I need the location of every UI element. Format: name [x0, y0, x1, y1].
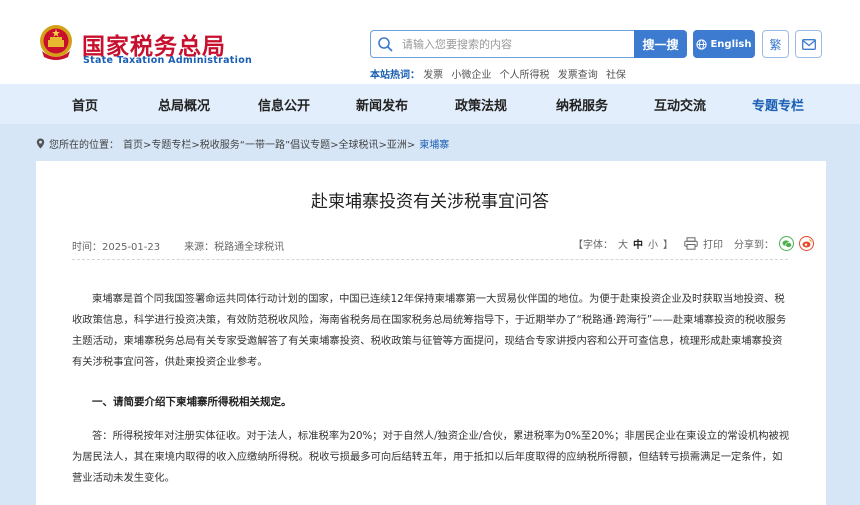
breadcrumb: 您所在的位置： 首页>专题专栏>税收服务“一带一路”倡议专题>全球税讯>亚洲> 柬… — [36, 136, 449, 151]
mail-button[interactable] — [795, 30, 822, 58]
breadcrumb-path[interactable]: 首页>专题专栏>税收服务“一带一路”倡议专题>全球税讯>亚洲> — [123, 136, 415, 151]
hot-words: 本站热词： 发票 小微企业 个人所得税 发票查询 社保 — [370, 66, 631, 81]
share-weibo-button[interactable] — [799, 236, 814, 251]
hot-word[interactable]: 个人所得税 — [500, 70, 550, 81]
article-meta: 时间：2025-01-23 来源：税路通全球税讯 — [72, 238, 284, 253]
nav-item-overview[interactable]: 总局概况 — [158, 95, 210, 114]
font-size-close: 】 — [663, 240, 673, 251]
hot-word[interactable]: 社保 — [606, 70, 626, 81]
search-input[interactable] — [402, 34, 627, 54]
breadcrumb-label: 您所在的位置： — [49, 140, 119, 151]
location-pin-icon — [36, 138, 45, 149]
nav-item-topics[interactable]: 专题专栏 — [752, 95, 804, 114]
nav-item-news[interactable]: 新闻发布 — [356, 95, 408, 114]
font-size-small[interactable]: 小 — [648, 236, 658, 251]
nav-item-home[interactable]: 首页 — [72, 95, 98, 114]
hot-words-label: 本站热词： — [370, 70, 420, 81]
english-button[interactable]: English — [693, 30, 755, 58]
font-size-large[interactable]: 大 — [618, 236, 628, 251]
nav-item-info[interactable]: 信息公开 — [258, 95, 310, 114]
article-paragraph: 答：所得税按年对注册实体征收。对于法人，标准税率为20%；对于自然人/独资企业/… — [72, 430, 790, 484]
nav-item-interaction[interactable]: 互动交流 — [654, 95, 706, 114]
font-size-medium[interactable]: 中 — [633, 236, 643, 251]
globe-icon — [696, 38, 708, 50]
article-question-heading: 一、请简要介绍下柬埔寨所得税相关规定。 — [92, 396, 292, 408]
english-button-label: English — [710, 38, 752, 50]
wechat-icon — [782, 239, 792, 248]
share-label: 分享到： — [734, 240, 774, 251]
hot-word[interactable]: 发票查询 — [558, 70, 598, 81]
print-icon[interactable] — [684, 237, 698, 250]
meta-divider — [72, 259, 788, 260]
main-nav: 首页 总局概况 信息公开 新闻发布 政策法规 纳税服务 互动交流 专题专栏 — [0, 84, 860, 124]
national-emblem[interactable] — [38, 23, 74, 61]
weibo-icon — [802, 239, 812, 248]
article-tools: 【字体： 大 中 小 】 打印 分享到： — [573, 236, 814, 251]
article-time: 时间：2025-01-23 — [72, 242, 161, 253]
print-button[interactable]: 打印 — [703, 236, 723, 251]
hot-word[interactable]: 发票 — [423, 70, 443, 81]
site-logo-en[interactable]: State Taxation Administration — [83, 55, 252, 66]
nav-item-policy[interactable]: 政策法规 — [455, 95, 507, 114]
nav-item-service[interactable]: 纳税服务 — [556, 95, 608, 114]
article-source: 来源：税路通全球税讯 — [184, 242, 285, 253]
share-wechat-button[interactable] — [779, 236, 794, 251]
article-title: 赴柬埔寨投资有关涉税事宜问答 — [311, 192, 549, 212]
traditional-chinese-button[interactable]: 繁 — [762, 30, 789, 58]
font-size-label: 【字体： — [573, 240, 613, 251]
mail-icon — [801, 38, 816, 50]
article-paragraph: 柬埔寨是首个同我国签署命运共同体行动计划的国家，中国已连续12年保持柬埔寨第一大… — [72, 293, 787, 368]
search-icon — [378, 37, 393, 52]
search-button[interactable]: 搜一搜 — [634, 30, 687, 58]
breadcrumb-current[interactable]: 柬埔寨 — [419, 136, 449, 151]
hot-word[interactable]: 小微企业 — [451, 70, 491, 81]
